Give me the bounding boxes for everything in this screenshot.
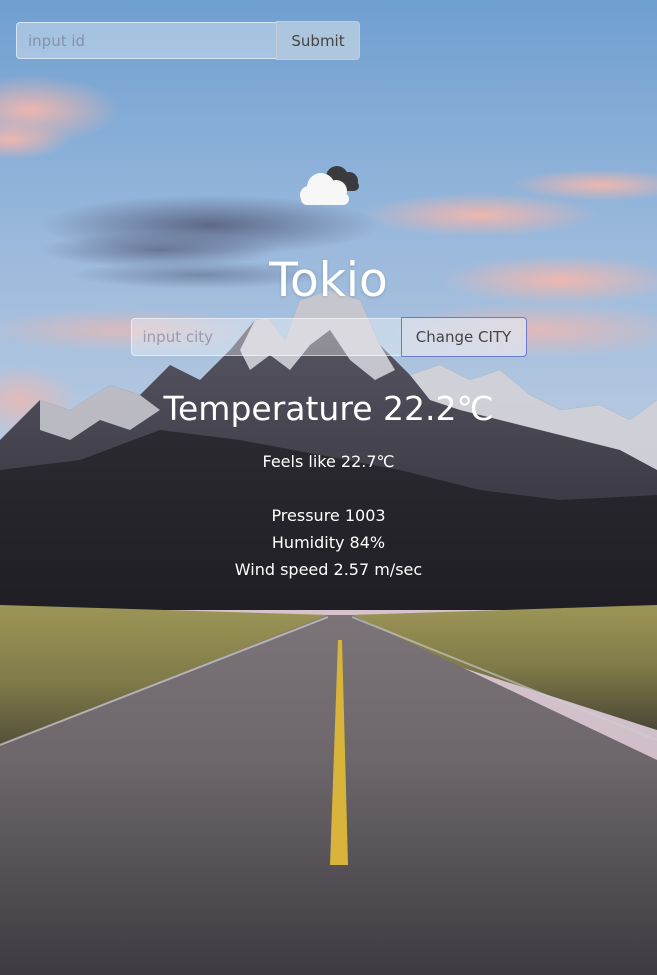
pressure: Pressure 1003	[271, 506, 386, 525]
submit-button[interactable]: Submit	[276, 21, 360, 60]
cloud-icon	[289, 155, 369, 211]
city-form: Change CITY	[0, 317, 657, 357]
change-city-button[interactable]: Change CITY	[400, 317, 527, 357]
temperature: Temperature 22.2℃	[163, 389, 494, 428]
feels-like: Feels like 22.7℃	[262, 452, 395, 471]
weather-panel: Tokio Change CITY Temperature 22.2℃ Feel…	[0, 155, 657, 583]
id-input[interactable]	[16, 22, 276, 59]
weather-stats: Pressure 1003 Humidity 84% Wind speed 2.…	[0, 502, 657, 583]
id-form: Submit	[16, 21, 360, 60]
wind-speed: Wind speed 2.57 m/sec	[234, 560, 423, 579]
city-input[interactable]	[130, 318, 401, 356]
city-name: Tokio	[269, 253, 388, 308]
humidity: Humidity 84%	[271, 533, 386, 552]
